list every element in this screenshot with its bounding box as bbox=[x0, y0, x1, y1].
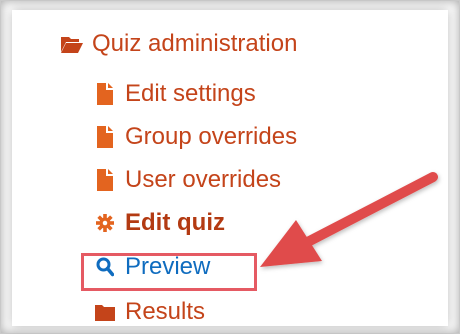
menu-item-label: Results bbox=[125, 298, 206, 325]
menu-item-edit-quiz[interactable]: Edit quiz bbox=[95, 211, 225, 235]
menu-item-edit-settings[interactable]: Edit settings bbox=[95, 82, 256, 106]
menu-item-label: Group overrides bbox=[125, 123, 298, 150]
preview-highlight-box bbox=[81, 253, 257, 291]
menu-item-label: Edit quiz bbox=[125, 209, 225, 236]
menu-item-label: Edit settings bbox=[125, 80, 256, 107]
file-icon bbox=[95, 168, 115, 192]
file-icon bbox=[95, 125, 115, 149]
folder-open-icon bbox=[60, 32, 84, 56]
menu-item-group-overrides[interactable]: Group overrides bbox=[95, 125, 297, 149]
pointer-arrow-icon bbox=[260, 172, 438, 267]
menu-item-label: Quiz administration bbox=[92, 30, 298, 57]
file-icon bbox=[95, 82, 115, 106]
folder-icon bbox=[95, 300, 115, 324]
menu-item-results[interactable]: Results bbox=[95, 300, 205, 324]
menu-item-quiz-administration[interactable]: Quiz administration bbox=[60, 32, 297, 56]
gear-icon bbox=[95, 211, 115, 235]
